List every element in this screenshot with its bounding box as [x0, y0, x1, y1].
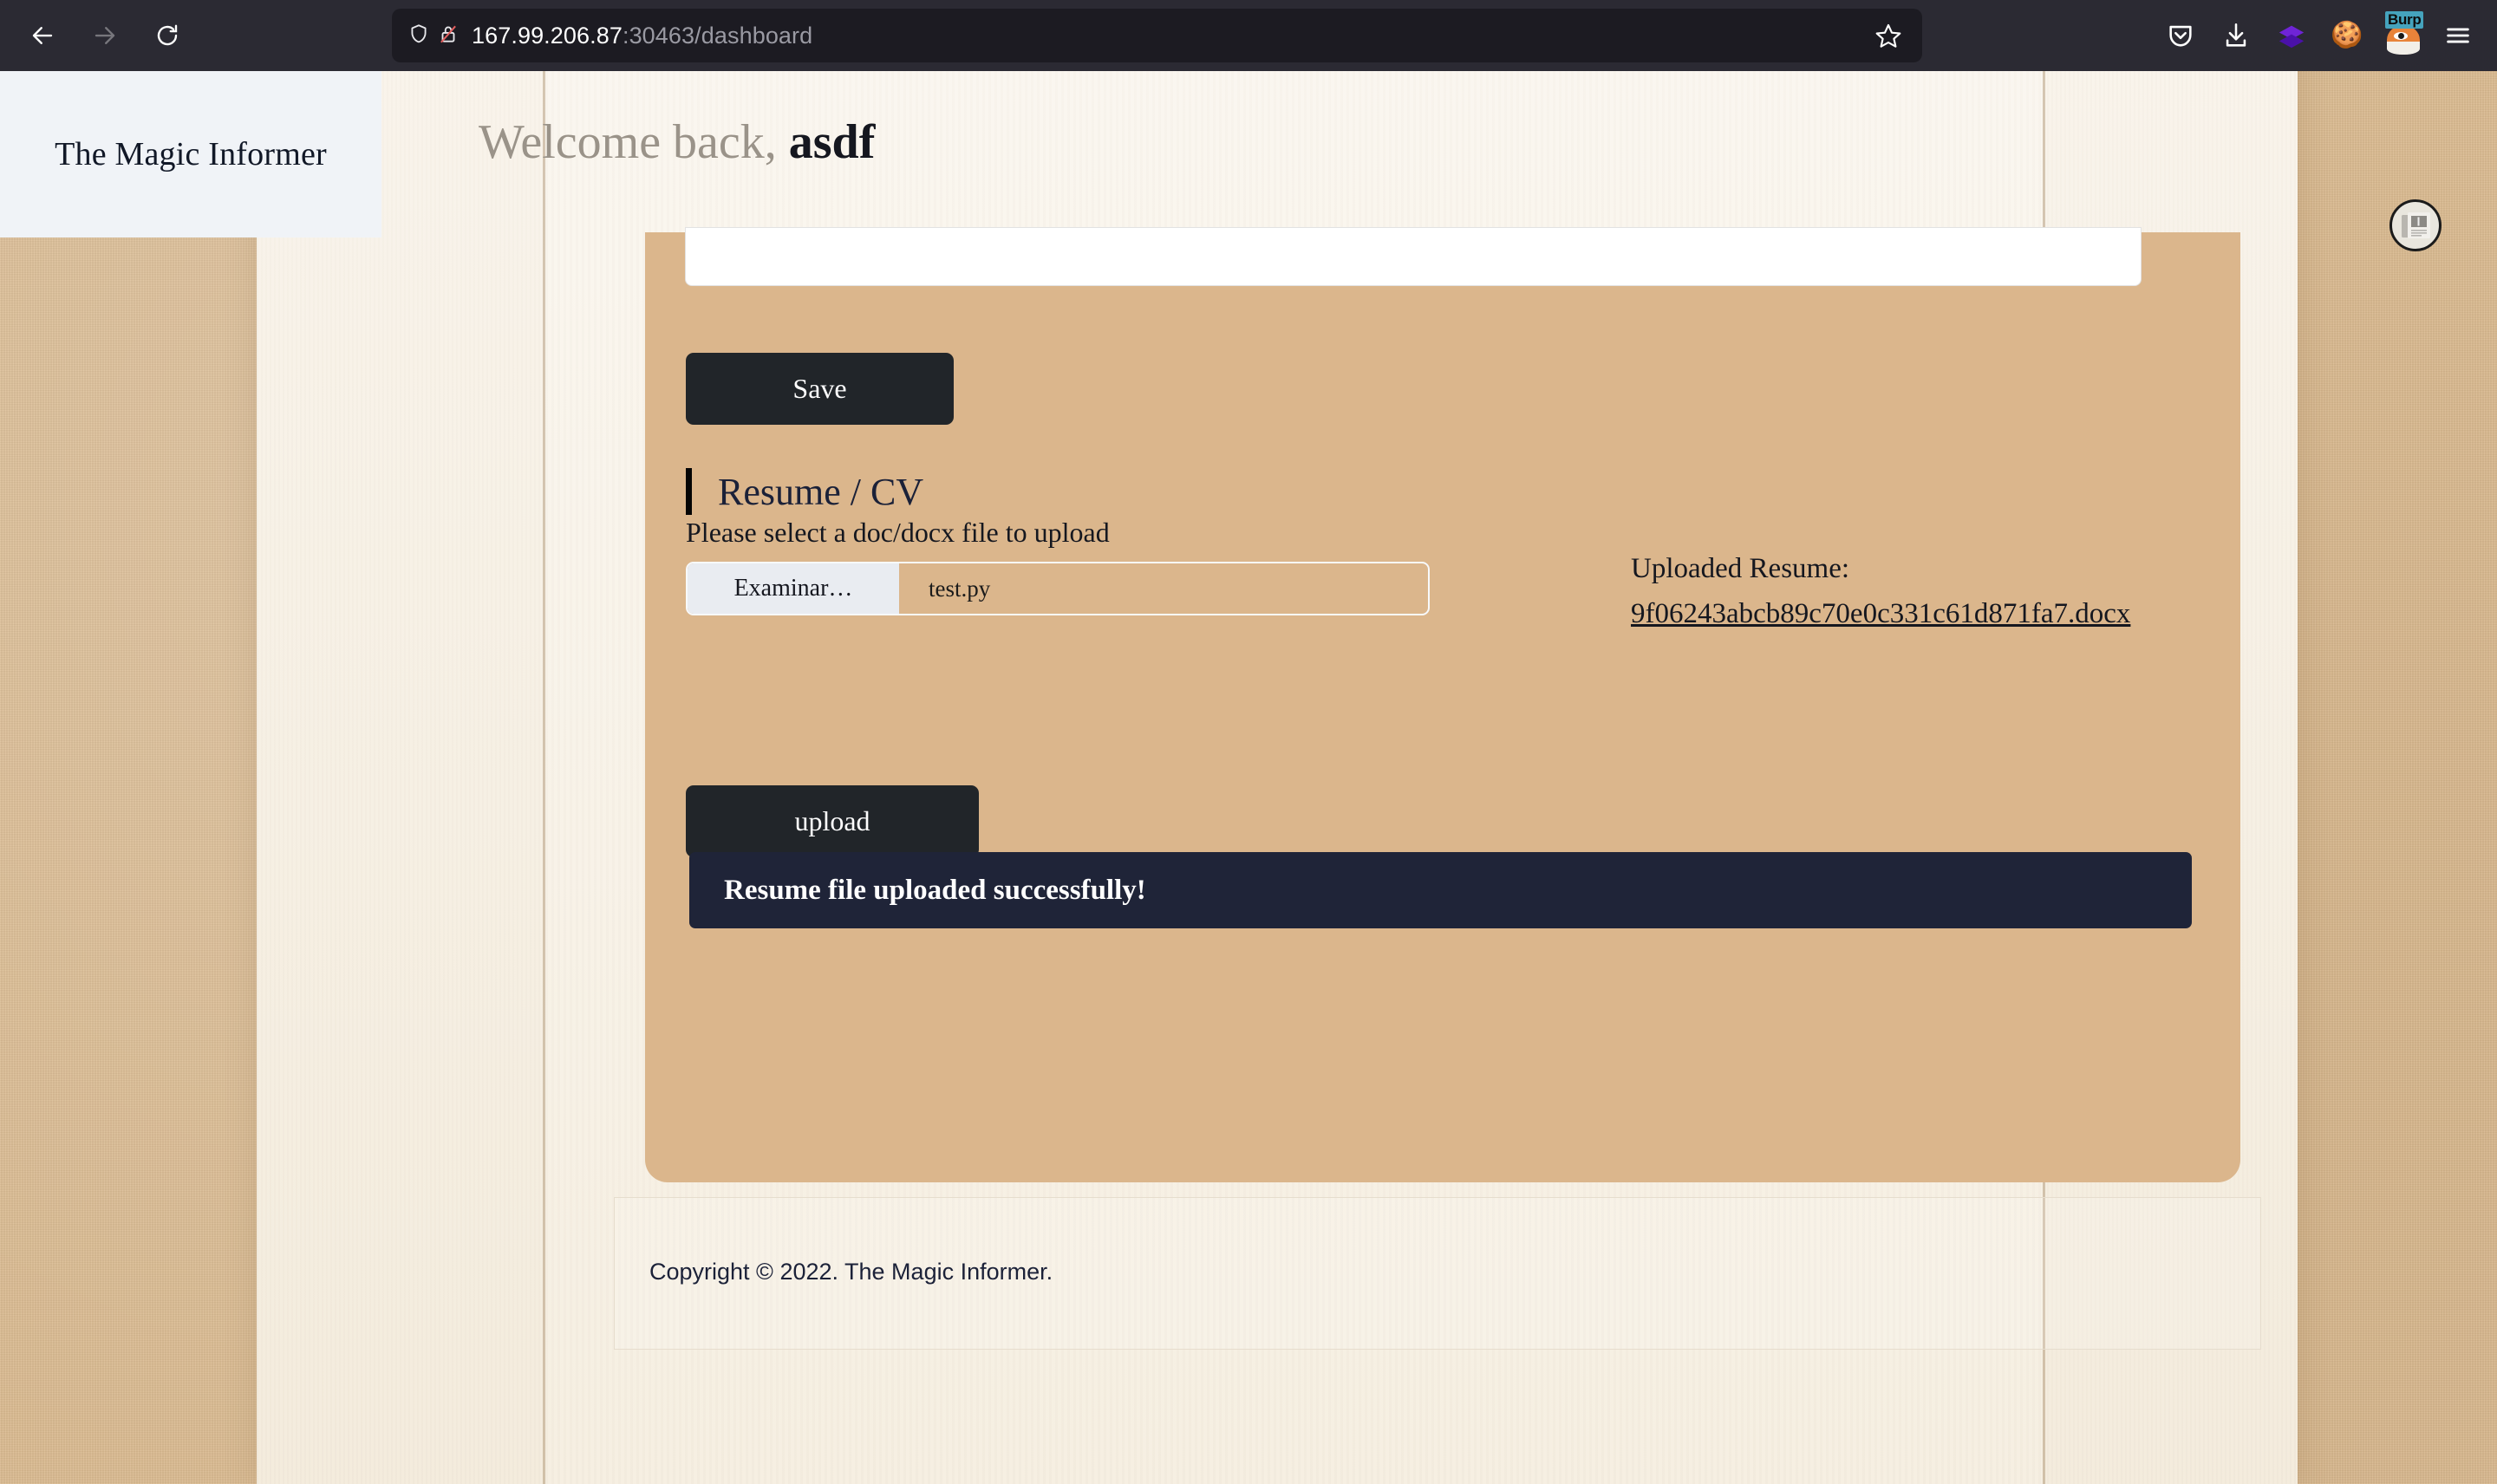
section-title: Resume / CV: [718, 470, 924, 513]
burp-body-shape: [2387, 25, 2420, 55]
upload-button[interactable]: upload: [686, 785, 979, 857]
username: asdf: [788, 115, 876, 169]
newspaper-avatar-icon: [2396, 206, 2435, 244]
upload-instruction-label: Please select a doc/docx file to upload: [686, 517, 1110, 548]
paper-edge-left: [543, 71, 545, 1484]
cookie-icon[interactable]: 🍪: [2320, 9, 2374, 62]
reload-icon: [154, 23, 180, 49]
back-button[interactable]: [16, 11, 69, 60]
downloads-icon[interactable]: [2209, 9, 2263, 62]
url-path: :30463/dashboard: [622, 22, 813, 49]
lock-crossed-icon[interactable]: [437, 23, 460, 49]
page-viewport: The Magic Informer Welcome back, asdf Sa…: [0, 71, 2497, 1484]
avatar[interactable]: [2389, 199, 2442, 251]
uploaded-resume-link[interactable]: 9f06243abcb89c70e0c331c61d871fa7.docx: [1631, 598, 2130, 630]
wappalyzer-icon[interactable]: [2265, 9, 2318, 62]
file-input[interactable]: Examinar… test.py: [686, 562, 1430, 615]
forward-button[interactable]: [78, 11, 132, 60]
brand-panel[interactable]: The Magic Informer: [0, 71, 381, 238]
browser-nav-buttons: [0, 11, 194, 60]
browser-toolbar: 167.99.206.87:30463/dashboard 🍪 Burp: [0, 0, 2497, 71]
pocket-icon[interactable]: [2154, 9, 2207, 62]
burp-eye-shape: [2394, 32, 2408, 40]
success-alert: Resume file uploaded successfully!: [689, 852, 2192, 928]
star-icon[interactable]: [1868, 16, 1908, 55]
shield-icon[interactable]: [407, 23, 430, 49]
hamburger-menu-icon[interactable]: [2431, 9, 2485, 62]
uploaded-resume-block: Uploaded Resume: 9f06243abcb89c70e0c331c…: [1631, 553, 2130, 630]
selected-file-name: test.py: [929, 575, 991, 602]
site-header: The Magic Informer Welcome back, asdf: [0, 71, 2497, 251]
browser-extensions-toolbar: 🍪 Burp: [2154, 0, 2485, 71]
brand-title: The Magic Informer: [55, 136, 327, 172]
back-arrow-icon: [29, 23, 55, 49]
file-browse-button[interactable]: Examinar…: [688, 563, 899, 614]
welcome-message: Welcome back, asdf: [479, 114, 875, 170]
reload-button[interactable]: [140, 11, 194, 60]
section-accent-bar: [686, 468, 692, 515]
burp-suite-icon[interactable]: Burp: [2376, 9, 2429, 62]
resume-section-header: Resume / CV: [686, 468, 923, 515]
uploaded-resume-label: Uploaded Resume:: [1631, 553, 1850, 584]
copyright-text: Copyright © 2022. The Magic Informer.: [649, 1259, 1053, 1285]
url-host: 167.99.206.87: [472, 22, 623, 49]
welcome-prefix: Welcome back,: [479, 115, 777, 169]
forward-arrow-icon: [92, 23, 118, 49]
address-bar[interactable]: 167.99.206.87:30463/dashboard: [392, 9, 1922, 62]
page-footer: Copyright © 2022. The Magic Informer.: [614, 1197, 2261, 1350]
dashboard-card: Save Resume / CV Please select a doc/doc…: [645, 227, 2240, 1182]
url-text: 167.99.206.87:30463/dashboard: [472, 23, 812, 49]
cookie-glyph: 🍪: [2331, 21, 2363, 49]
burp-badge-label: Burp: [2385, 11, 2423, 29]
save-button[interactable]: Save: [686, 353, 954, 425]
